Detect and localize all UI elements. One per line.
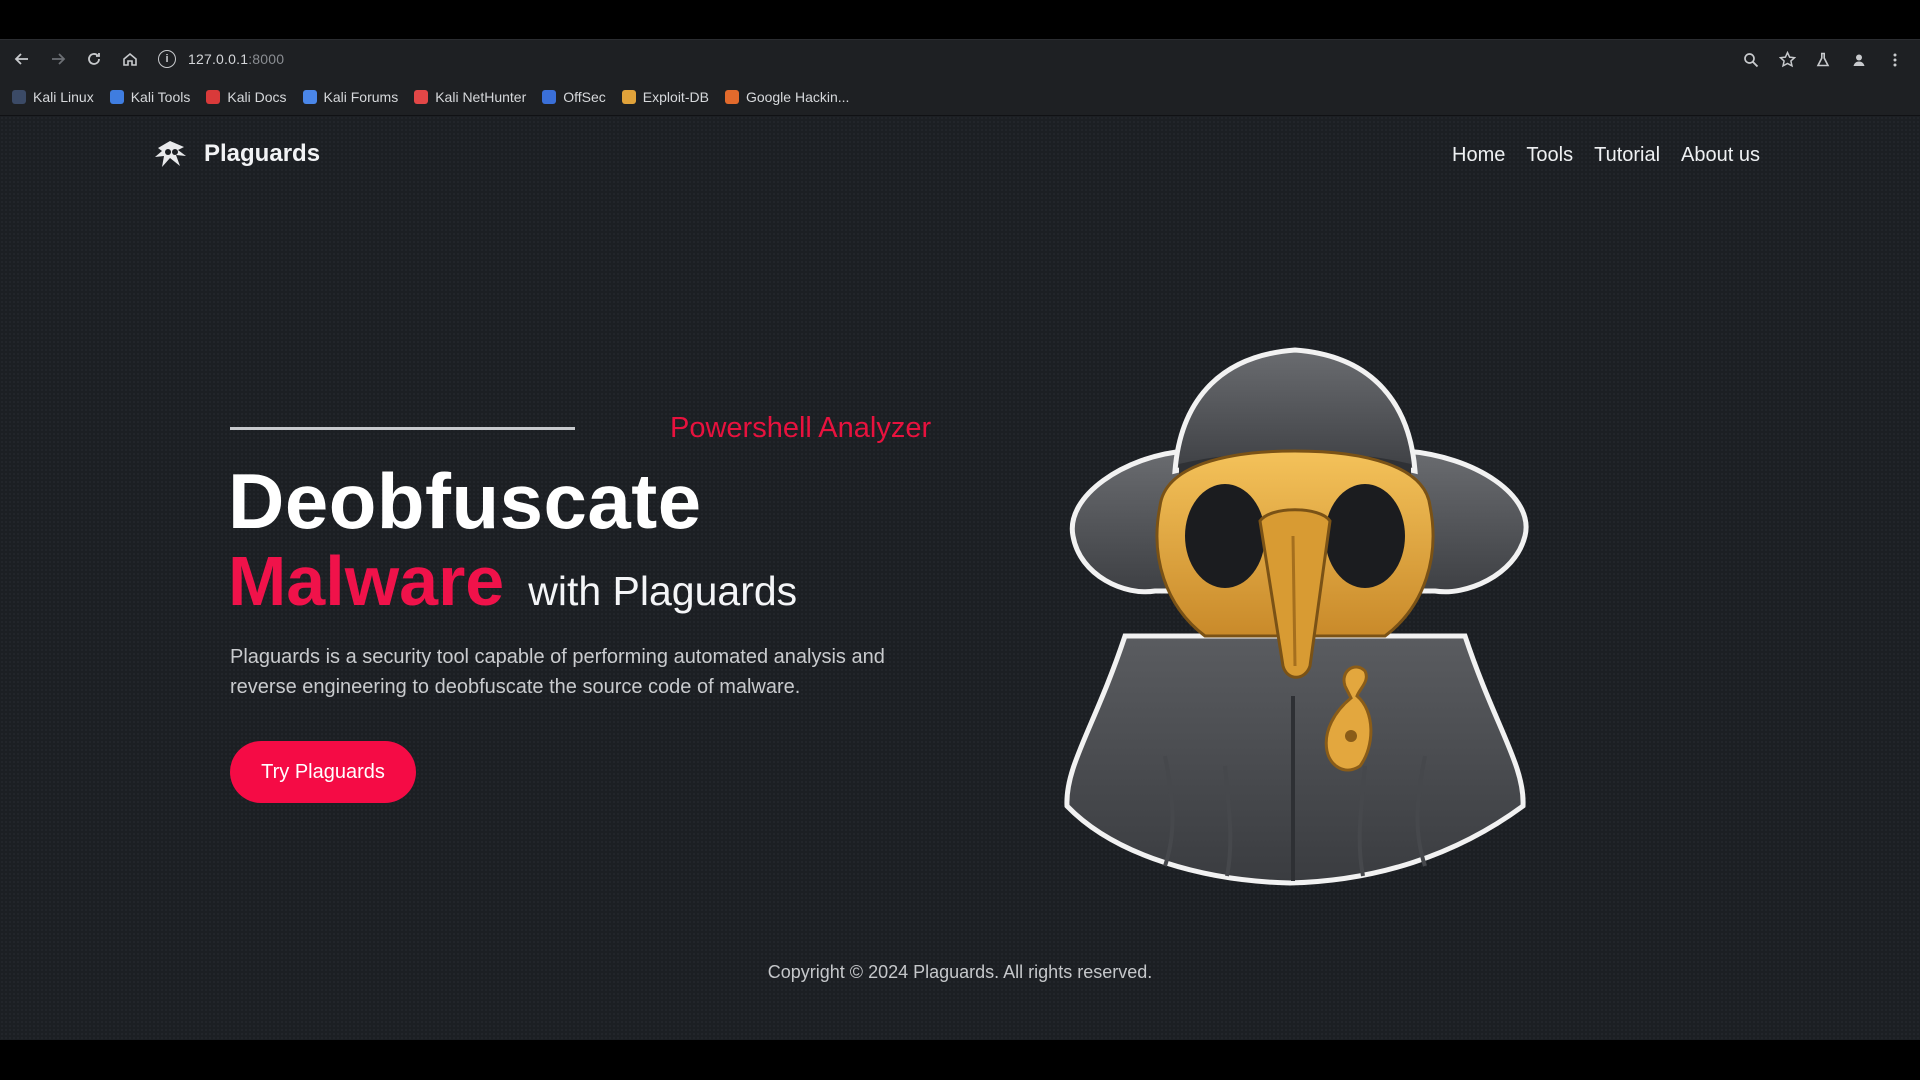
bookmark-label: Kali Tools <box>130 88 191 105</box>
url-port: :8000 <box>248 51 285 67</box>
bookmark-favicon-icon <box>206 89 221 104</box>
bookmark-item[interactable]: Google Hackin... <box>724 88 850 105</box>
hero-subtitle-row: Malware with Plaguards <box>228 541 797 621</box>
bookmark-item[interactable]: Kali Linux <box>12 89 94 105</box>
try-plaguards-button[interactable]: Try Plaguards <box>230 741 416 803</box>
bookmark-favicon-icon <box>12 89 26 104</box>
hero-title-accent: Malware <box>228 542 505 620</box>
toolbar-right <box>1730 40 1910 79</box>
nav-link-tools[interactable]: Tools <box>1526 144 1573 167</box>
main-menu: Home Tools Tutorial About us <box>1431 144 1760 167</box>
plague-doctor-logo-icon <box>155 141 186 167</box>
home-icon[interactable] <box>116 45 144 73</box>
zoom-icon[interactable] <box>1736 46 1766 74</box>
bookmark-label: Google Hackin... <box>745 88 850 105</box>
bookmark-label: Exploit-DB <box>642 88 709 105</box>
bookmark-label: Kali Linux <box>33 88 94 105</box>
bookmark-label: Kali Forums <box>323 88 399 105</box>
forward-arrow-icon[interactable] <box>44 45 72 73</box>
site-footer: Copyright © 2024 Plaguards. All rights r… <box>767 962 1153 982</box>
nav-link-home[interactable]: Home <box>1452 144 1505 167</box>
bookmark-favicon-icon <box>302 89 317 104</box>
hero-title: Deobfuscate <box>228 457 702 545</box>
plague-doctor-mascot-image <box>1064 347 1529 886</box>
bookmark-item[interactable]: Kali NetHunter <box>414 89 526 105</box>
web-page: Plaguards Home Tools Tutorial About us P… <box>0 116 1920 1040</box>
bookmark-item[interactable]: Exploit-DB <box>621 88 709 105</box>
profile-icon[interactable] <box>1844 46 1874 74</box>
bookmarks-bar: Kali Linux Kali Tools Kali Docs Kali Forums… <box>0 78 1920 116</box>
nav-link-about-us[interactable]: About us <box>1681 144 1760 167</box>
hero-divider <box>230 427 575 430</box>
reload-icon[interactable] <box>80 45 108 73</box>
bookmark-favicon-icon <box>109 89 124 104</box>
bookmark-label: Kali Docs <box>227 88 287 105</box>
bookmark-favicon-icon <box>414 89 429 104</box>
brand-link[interactable]: Plaguards <box>152 138 320 170</box>
back-arrow-icon[interactable] <box>8 45 36 73</box>
site-info-icon[interactable]: i <box>158 50 176 68</box>
bookmark-item[interactable]: Kali Tools <box>109 88 191 105</box>
menu-dots-icon[interactable] <box>1880 46 1910 74</box>
brand-name: Plaguards <box>204 140 321 167</box>
browser-toolbar: i 127.0.0.1:8000 <box>0 39 1920 78</box>
bookmark-favicon-icon <box>542 89 557 104</box>
bookmark-label: OffSec <box>563 88 606 105</box>
bookmark-item[interactable]: Kali Forums <box>302 88 399 105</box>
bookmark-item[interactable]: Kali Docs <box>206 88 287 105</box>
bookmark-favicon-icon <box>724 89 739 104</box>
bookmark-label: Kali NetHunter <box>435 88 527 105</box>
hero-title-suffix: with Plaguards <box>528 568 798 614</box>
site-navbar: Plaguards Home Tools Tutorial About us <box>0 116 1920 196</box>
url-text[interactable]: 127.0.0.1:8000 <box>188 51 284 67</box>
labs-flask-icon[interactable] <box>1808 46 1838 74</box>
address-bar[interactable]: i 127.0.0.1:8000 <box>158 50 284 68</box>
star-icon[interactable] <box>1772 46 1802 74</box>
bookmark-favicon-icon <box>621 89 636 104</box>
hero-description: Plaguards is a security tool capable of … <box>230 646 885 698</box>
bookmark-item[interactable]: OffSec <box>542 89 606 105</box>
url-host: 127.0.0.1 <box>188 51 249 67</box>
nav-link-tutorial[interactable]: Tutorial <box>1594 144 1660 167</box>
hero-eyebrow: Powershell Analyzer <box>670 412 932 444</box>
browser-window: i 127.0.0.1:8000 Kali Linux Kali Tools Kal… <box>0 0 1920 1080</box>
